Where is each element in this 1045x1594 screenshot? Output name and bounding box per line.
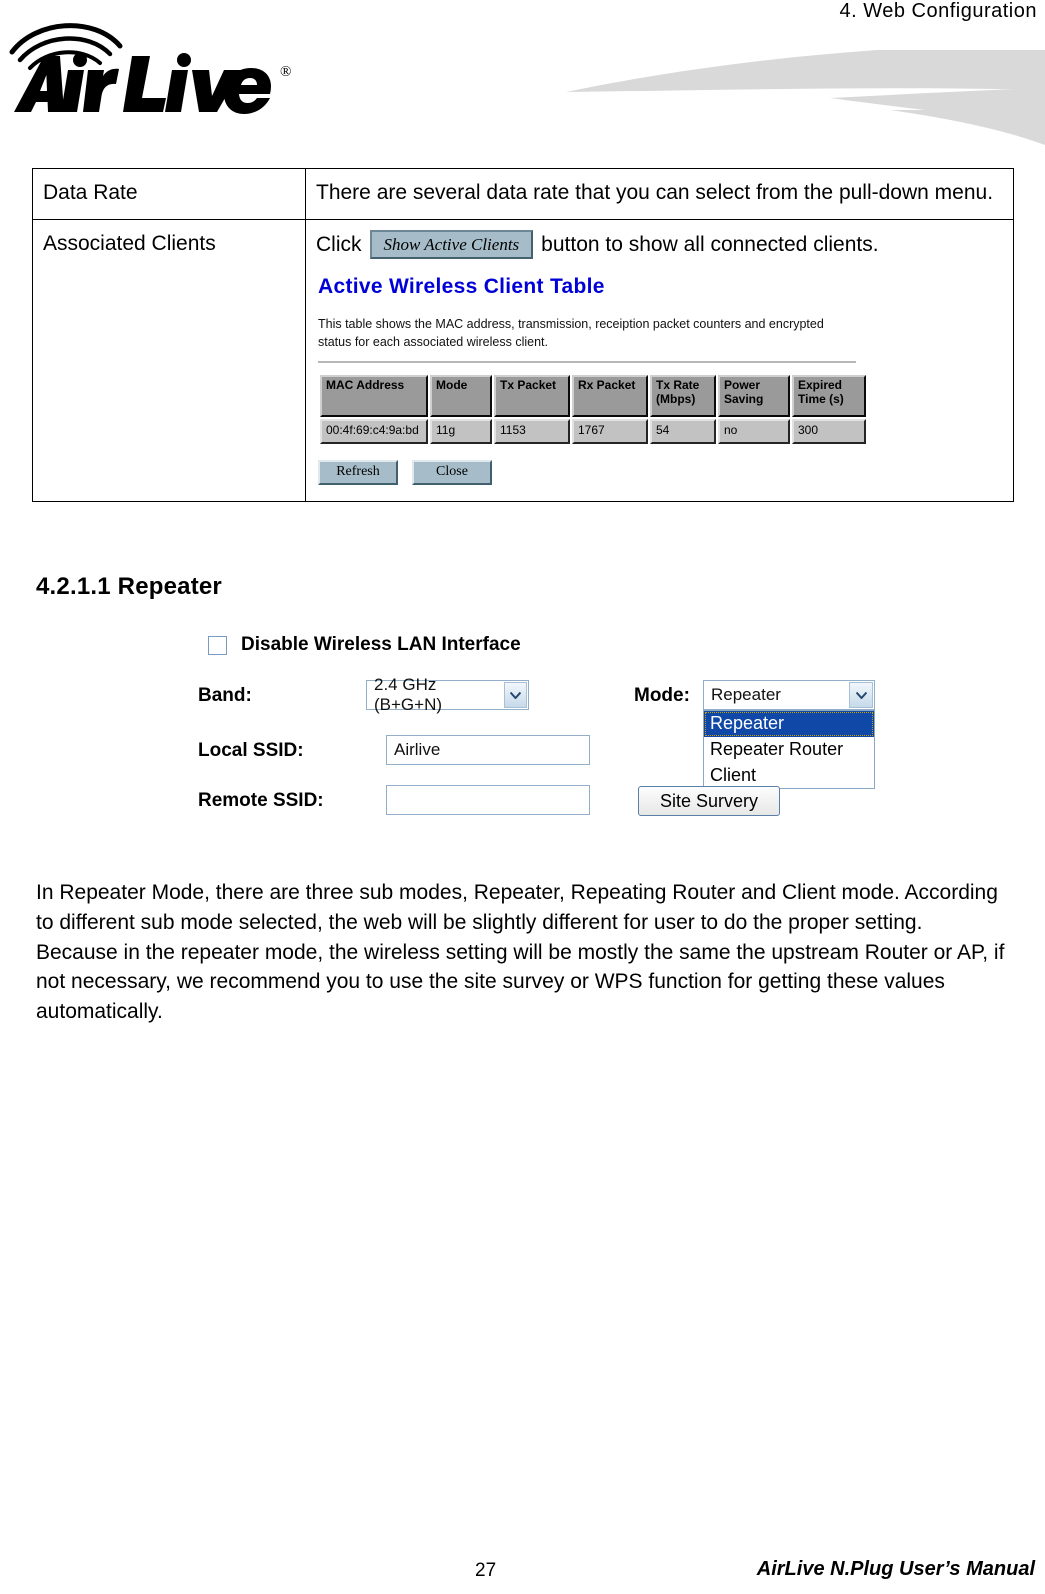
- cell-tx-rate: 54: [650, 419, 716, 445]
- col-power-saving: Power Saving: [718, 375, 790, 418]
- repeater-configuration-screenshot: Disable Wireless LAN Interface Band: 2.4…: [178, 622, 878, 822]
- airlive-logo: ®: [8, 18, 308, 116]
- col-rx-packet: Rx Packet: [572, 375, 648, 418]
- row-description-associated-clients: Click Show Active Clients button to show…: [305, 218, 1014, 503]
- mode-select[interactable]: Repeater: [703, 680, 875, 710]
- active-client-table-description: This table shows the MAC address, transm…: [318, 317, 824, 350]
- chevron-down-icon[interactable]: [504, 682, 527, 708]
- band-select-value: 2.4 GHz (B+G+N): [374, 675, 443, 714]
- click-word: Click: [316, 232, 362, 256]
- svg-text:®: ®: [280, 64, 291, 80]
- band-select[interactable]: 2.4 GHz (B+G+N): [366, 675, 529, 714]
- mode-option-repeater-router[interactable]: Repeater Router: [704, 737, 874, 763]
- local-ssid-value: Airlive: [394, 740, 441, 759]
- cell-power-saving: no: [718, 419, 790, 445]
- remote-ssid-label: Remote SSID:: [198, 790, 324, 811]
- chapter-title: 4. Web Configuration: [839, 0, 1037, 22]
- page-header: 4. Web Configuration ®: [0, 0, 1045, 148]
- mode-option-repeater[interactable]: Repeater: [704, 711, 874, 737]
- close-button[interactable]: Close: [412, 460, 492, 486]
- table-row: Data Rate There are several data rate th…: [32, 168, 1014, 220]
- table-row: Associated Clients Click Show Active Cli…: [32, 218, 1014, 503]
- row-description-data-rate: There are several data rate that you can…: [305, 168, 1014, 220]
- chevron-down-icon[interactable]: [849, 682, 873, 708]
- disable-wireless-lan-row[interactable]: Disable Wireless LAN Interface: [208, 634, 521, 656]
- row-label-data-rate: Data Rate: [32, 168, 306, 220]
- settings-description-table: Data Rate There are several data rate th…: [32, 168, 1014, 503]
- cell-mac-address: 00:4f:69:c4:9a:bd: [320, 419, 428, 445]
- col-expired-time: Expired Time (s): [792, 375, 866, 418]
- active-client-table-title: Active Wireless Client Table: [318, 275, 605, 299]
- active-client-data-table: MAC Address Mode Tx Packet Rx Packet Tx …: [318, 373, 868, 446]
- active-wireless-client-table-screenshot: Active Wireless Client Table This table …: [316, 273, 876, 486]
- disable-wireless-lan-label: Disable Wireless LAN Interface: [241, 634, 521, 655]
- cell-rx-packet: 1767: [572, 419, 648, 445]
- data-rate-description-text: There are several data rate that you can…: [316, 181, 994, 204]
- associated-clients-instruction: Click Show Active Clients button to show…: [316, 229, 1003, 260]
- page-number: 27: [475, 1560, 497, 1581]
- row-label-associated-clients: Associated Clients: [32, 218, 306, 503]
- divider: [318, 361, 856, 364]
- local-ssid-label: Local SSID:: [198, 740, 304, 761]
- cell-tx-packet: 1153: [494, 419, 570, 445]
- button-purpose-text: button to show all connected clients.: [541, 232, 879, 256]
- show-active-clients-button[interactable]: Show Active Clients: [369, 229, 534, 260]
- remote-ssid-input[interactable]: [386, 785, 590, 815]
- refresh-button[interactable]: Refresh: [318, 460, 398, 486]
- col-mac-address: MAC Address: [320, 375, 428, 418]
- col-mode: Mode: [430, 375, 492, 418]
- table-row: 00:4f:69:c4:9a:bd 11g 1153 1767 54 no 30…: [320, 419, 866, 445]
- mode-dropdown-options[interactable]: Repeater Repeater Router Client: [703, 710, 875, 790]
- cell-mode: 11g: [430, 419, 492, 445]
- mode-select-value: Repeater: [711, 685, 781, 704]
- col-tx-rate: Tx Rate (Mbps): [650, 375, 716, 418]
- disable-wireless-lan-checkbox[interactable]: [208, 635, 227, 655]
- cell-expired-time: 300: [792, 419, 866, 445]
- local-ssid-input[interactable]: Airlive: [386, 735, 590, 765]
- mode-option-client[interactable]: Client: [704, 763, 874, 789]
- section-heading-repeater: 4.2.1.1 Repeater: [36, 573, 222, 600]
- manual-title-footer: AirLive N.Plug User’s Manual: [756, 1558, 1035, 1580]
- table-header-row: MAC Address Mode Tx Packet Rx Packet Tx …: [320, 375, 866, 418]
- repeater-mode-paragraph: In Repeater Mode, there are three sub mo…: [36, 881, 1005, 1024]
- col-tx-packet: Tx Packet: [494, 375, 570, 418]
- active-client-table-actions: Refresh Close: [318, 460, 876, 486]
- site-survey-button[interactable]: Site Survery: [638, 786, 780, 816]
- mode-label: Mode:: [634, 685, 690, 706]
- header-swoosh-graphic: [330, 50, 1045, 145]
- band-label: Band:: [198, 685, 252, 706]
